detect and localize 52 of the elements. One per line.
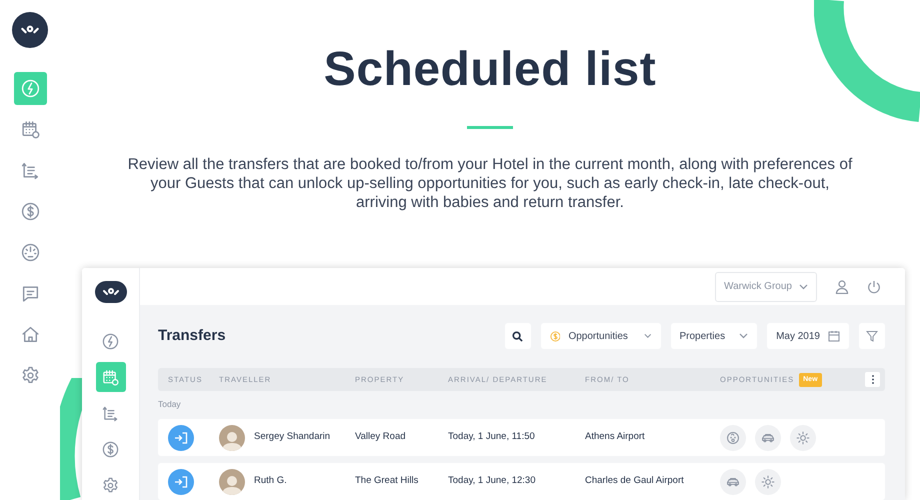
transfer-row[interactable]: Ruth G. The Great Hills Today, 1 June, 12:30 Charles de Gaul Airport: [158, 463, 885, 500]
accent-rule: [467, 126, 513, 129]
sun-icon: [761, 474, 775, 488]
bolt-icon: [20, 79, 40, 98]
bolt-icon: [102, 332, 119, 350]
description: Review all the transfers that are booked to/from your Hotel in the current month, along with preferences of your Guests that can unlock up-selling opportunities for you, such as early check-in, late check-out, arriving with babies and return transfer.: [126, 155, 854, 212]
nav-item[interactable]: [96, 362, 126, 392]
arrival-status-icon: [168, 424, 194, 450]
dollar-icon: [102, 440, 119, 458]
chevron-down-icon: [799, 284, 808, 290]
calendar-icon: [828, 330, 840, 342]
avatar: [219, 468, 245, 494]
dollar-icon: [20, 202, 40, 221]
search-icon: [512, 330, 523, 342]
sun-icon: [796, 430, 810, 444]
gauge-icon: [20, 243, 40, 262]
traveller-name: Sergey Shandarin: [254, 430, 330, 444]
settings-icon: [20, 366, 40, 385]
route: Athens Airport: [585, 430, 646, 444]
arrival-time: Today, 1 June, 11:50: [448, 430, 536, 444]
more-options-button[interactable]: [865, 372, 880, 388]
group-label: Today: [158, 398, 182, 411]
property: The Great Hills: [355, 474, 420, 488]
axis-list-icon: [20, 161, 40, 180]
property: Valley Road: [355, 430, 407, 444]
nav-item[interactable]: [14, 72, 46, 105]
transfer-row[interactable]: Sergey Shandarin Valley Road Today, 1 June, 11:50 Athens Airport: [158, 419, 885, 456]
home-icon: [20, 325, 40, 344]
arrival-time: Today, 1 June, 12:30: [448, 474, 536, 488]
date-picker[interactable]: May 2019: [767, 323, 849, 350]
route: Charles de Gaul Airport: [585, 474, 685, 488]
chevron-down-icon: [644, 333, 652, 340]
search-button[interactable]: [504, 323, 530, 350]
user-icon[interactable]: [835, 280, 849, 294]
baby-face-icon: [726, 430, 740, 444]
avatar: [219, 424, 245, 450]
opportunities-dropdown[interactable]: Opportunities: [540, 323, 660, 350]
page-heading: Scheduled list: [324, 42, 656, 98]
arrival-status-icon: [168, 468, 194, 494]
properties-dropdown[interactable]: Properties: [670, 323, 758, 350]
settings-icon: [102, 476, 119, 494]
filter-icon: [866, 330, 878, 342]
calendar-icon: [20, 120, 40, 139]
chevron-down-icon: [739, 333, 748, 340]
calendar-icon: [102, 368, 119, 386]
power-icon[interactable]: [867, 280, 881, 294]
chat-icon: [20, 284, 40, 303]
axis-list-icon: [102, 404, 119, 422]
section-title: Transfers: [158, 326, 226, 346]
traveller-name: Ruth G.: [254, 474, 287, 488]
filter-button[interactable]: [859, 323, 885, 350]
dollar-icon: [550, 330, 560, 343]
